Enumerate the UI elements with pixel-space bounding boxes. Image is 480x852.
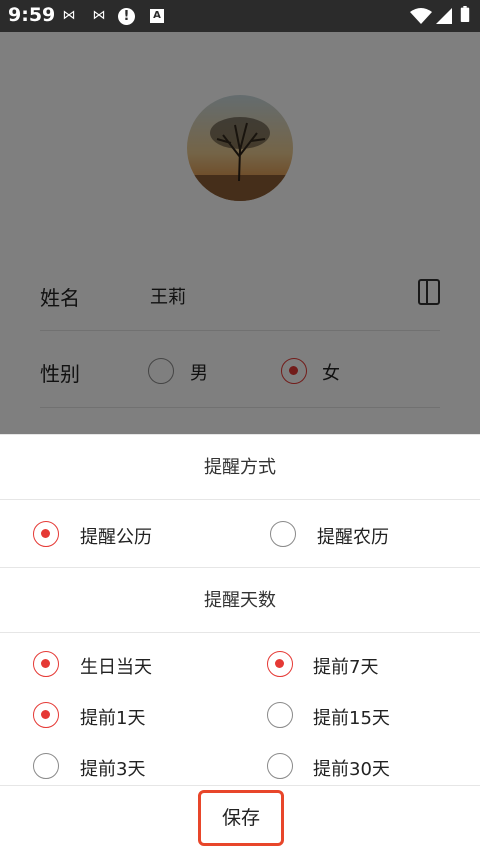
day-1-label[interactable]: 提前1天 [80,704,145,730]
save-button[interactable]: 保存 [198,790,284,846]
status-bar: 9:59 ⋈ ⋈ ! A [0,0,480,32]
day-15-radio[interactable] [267,702,293,728]
reminder-lunar-label[interactable]: 提醒农历 [317,523,389,549]
link-icon: ⋈ [92,8,106,23]
reminder-solar-label[interactable]: 提醒公历 [80,523,152,549]
day-30-label[interactable]: 提前30天 [313,755,390,781]
battery-icon [460,6,470,22]
a-box-icon: A [150,9,164,23]
day-7-label[interactable]: 提前7天 [313,653,378,679]
alert-icon: ! [118,8,135,25]
reminder-sheet: 提醒方式 提醒公历 提醒农历 提醒天数 生日当天 提前7天 提前1天 提前15天… [0,434,480,852]
link-icon: ⋈ [62,8,76,23]
day-birthday-label[interactable]: 生日当天 [80,653,152,679]
day-15-label[interactable]: 提前15天 [313,704,390,730]
reminder-days-title: 提醒天数 [0,567,480,633]
dim-overlay[interactable] [0,32,480,434]
signal-icon [436,8,452,24]
reminder-lunar-radio[interactable] [270,521,296,547]
wifi-icon [410,8,432,24]
day-3-radio[interactable] [33,753,59,779]
reminder-solar-radio[interactable] [33,521,59,547]
day-birthday-radio[interactable] [33,651,59,677]
day-3-label[interactable]: 提前3天 [80,755,145,781]
status-time: 9:59 [8,4,56,26]
save-bar: 保存 [0,785,480,852]
reminder-method-title: 提醒方式 [0,434,480,500]
day-30-radio[interactable] [267,753,293,779]
day-7-radio[interactable] [267,651,293,677]
day-1-radio[interactable] [33,702,59,728]
